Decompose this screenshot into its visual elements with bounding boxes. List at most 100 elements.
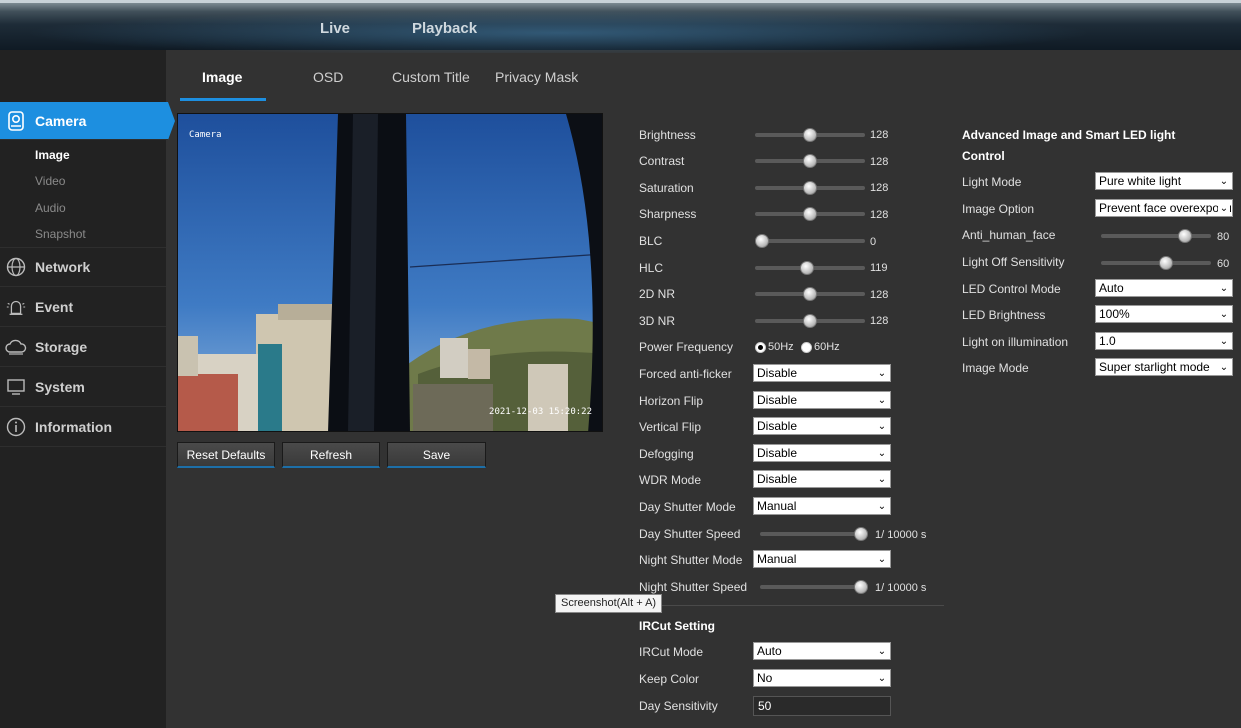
anti-face-value: 80 [1217,231,1230,243]
led-mode-select[interactable]: Auto ⌄ [1095,279,1233,297]
hlc-slider[interactable] [755,261,865,275]
camera-icon [5,110,27,132]
led-mode-value: Auto [1099,281,1124,295]
cloud-icon [5,336,27,358]
section-divider [639,605,944,606]
nr2d-value: 128 [870,289,889,301]
brightness-slider[interactable] [755,128,865,142]
anti-face-label: Anti_human_face [962,228,1056,242]
led-brightness-label: LED Brightness [962,308,1046,322]
info-icon [5,416,27,438]
vflip-select[interactable]: Disable ⌄ [753,417,891,435]
sidebar-item-camera[interactable]: Camera [0,102,175,140]
contrast-slider[interactable] [755,154,865,168]
slider-knob[interactable] [1177,229,1192,243]
nr2d-label: 2D NR [639,287,676,301]
reset-defaults-button[interactable]: Reset Defaults [177,442,275,468]
sidebar-item-network[interactable]: Network [0,247,166,287]
sidebar-item-system[interactable]: System [0,367,166,407]
tab-custom-title[interactable]: Custom Title [392,69,470,85]
day-shutter-mode-label: Day Shutter Mode [639,500,736,514]
night-shutter-mode-select[interactable]: Manual ⌄ [753,550,891,568]
night-shutter-speed-label: Night Shutter Speed [639,580,748,594]
keep-color-select[interactable]: No ⌄ [753,669,891,687]
sidebar-item-storage[interactable]: Storage [0,327,166,367]
day-shutter-speed-slider[interactable] [760,527,868,541]
active-tab-underline [180,98,266,101]
light-on-select[interactable]: 1.0 ⌄ [1095,332,1233,350]
sharpness-value: 128 [870,209,889,221]
live-preview: Camera 2021-12-03 15:20:22 [177,113,603,432]
ircut-mode-select[interactable]: Auto ⌄ [753,642,891,660]
sidebar-sub-image[interactable]: Image [35,148,70,162]
anti-face-slider[interactable] [1101,229,1211,243]
image-option-label: Image Option [962,202,1035,216]
chevron-down-icon: ⌄ [876,366,888,380]
defog-select[interactable]: Disable ⌄ [753,444,891,462]
nav-live[interactable]: Live [320,20,350,37]
hflip-label: Horizon Flip [639,394,704,408]
chevron-down-icon: ⌄ [876,499,888,513]
radio-60hz[interactable] [801,342,812,353]
light-mode-value: Pure white light [1099,174,1182,188]
slider-knob[interactable] [803,314,817,328]
chevron-down-icon: ⌄ [1218,174,1230,188]
nr3d-slider[interactable] [755,314,865,328]
night-shutter-speed-slider[interactable] [760,580,868,594]
nav-playback[interactable]: Playback [412,20,477,37]
led-brightness-select[interactable]: 100% ⌄ [1095,305,1233,323]
anti-flicker-label: Forced anti-ficker [639,367,732,381]
slider-knob[interactable] [1158,256,1173,270]
sidebar-sub-audio[interactable]: Audio [35,201,66,215]
defog-select-value: Disable [757,446,798,460]
sidebar-sub-snapshot[interactable]: Snapshot [35,227,86,241]
sidebar-sub-video[interactable]: Video [35,174,65,188]
save-button[interactable]: Save [387,442,486,468]
night-shutter-mode-label: Night Shutter Mode [639,553,743,567]
refresh-button[interactable]: Refresh [282,442,380,468]
slider-knob[interactable] [803,154,817,168]
nr3d-label: 3D NR [639,314,676,328]
wdr-select-value: Disable [757,472,798,486]
slider-knob[interactable] [755,234,769,248]
tab-privacy-mask[interactable]: Privacy Mask [495,69,578,85]
anti-flicker-select[interactable]: Disable ⌄ [753,364,891,382]
sidebar-item-event[interactable]: Event [0,287,166,327]
day-shutter-mode-value: Manual [757,499,797,513]
day-sensitivity-input[interactable]: 50 [753,696,891,716]
hflip-select[interactable]: Disable ⌄ [753,391,891,409]
sidebar-item-information[interactable]: Information [0,407,166,447]
sharpness-slider[interactable] [755,207,865,221]
tab-osd[interactable]: OSD [313,69,343,85]
chevron-down-icon: ⌄ [1218,334,1230,348]
radio-50hz[interactable] [755,342,766,353]
slider-knob[interactable] [803,207,817,221]
light-off-label: Light Off Sensitivity [962,255,1065,269]
keep-color-value: No [757,671,773,685]
slider-knob[interactable] [854,527,868,541]
brightness-value: 128 [870,129,889,141]
tab-image[interactable]: Image [202,69,242,85]
image-option-select[interactable]: Prevent face overexposure ⌄ [1095,199,1233,217]
light-off-slider[interactable] [1101,256,1211,270]
image-mode-value: Super starlight mode [1099,360,1210,374]
nr2d-slider[interactable] [755,287,865,301]
wdr-select[interactable]: Disable ⌄ [753,470,891,488]
preview-camera-name: Camera [189,130,222,140]
day-shutter-mode-select[interactable]: Manual ⌄ [753,497,891,515]
chevron-down-icon: ⌄ [876,446,888,460]
light-mode-label: Light Mode [962,175,1022,189]
top-bar-glow [0,3,1241,53]
blc-label: BLC [639,234,663,248]
slider-knob[interactable] [854,580,868,594]
slider-knob[interactable] [800,261,815,275]
wdr-label: WDR Mode [639,473,702,487]
saturation-slider[interactable] [755,181,865,195]
blc-slider[interactable] [755,234,865,248]
slider-knob[interactable] [803,181,817,195]
sidebar: Camera Image Video Audio Snapshot Networ… [0,50,175,728]
light-mode-select[interactable]: Pure white light ⌄ [1095,172,1233,190]
slider-knob[interactable] [803,128,817,142]
slider-knob[interactable] [803,287,817,301]
image-mode-select[interactable]: Super starlight mode ⌄ [1095,358,1233,376]
